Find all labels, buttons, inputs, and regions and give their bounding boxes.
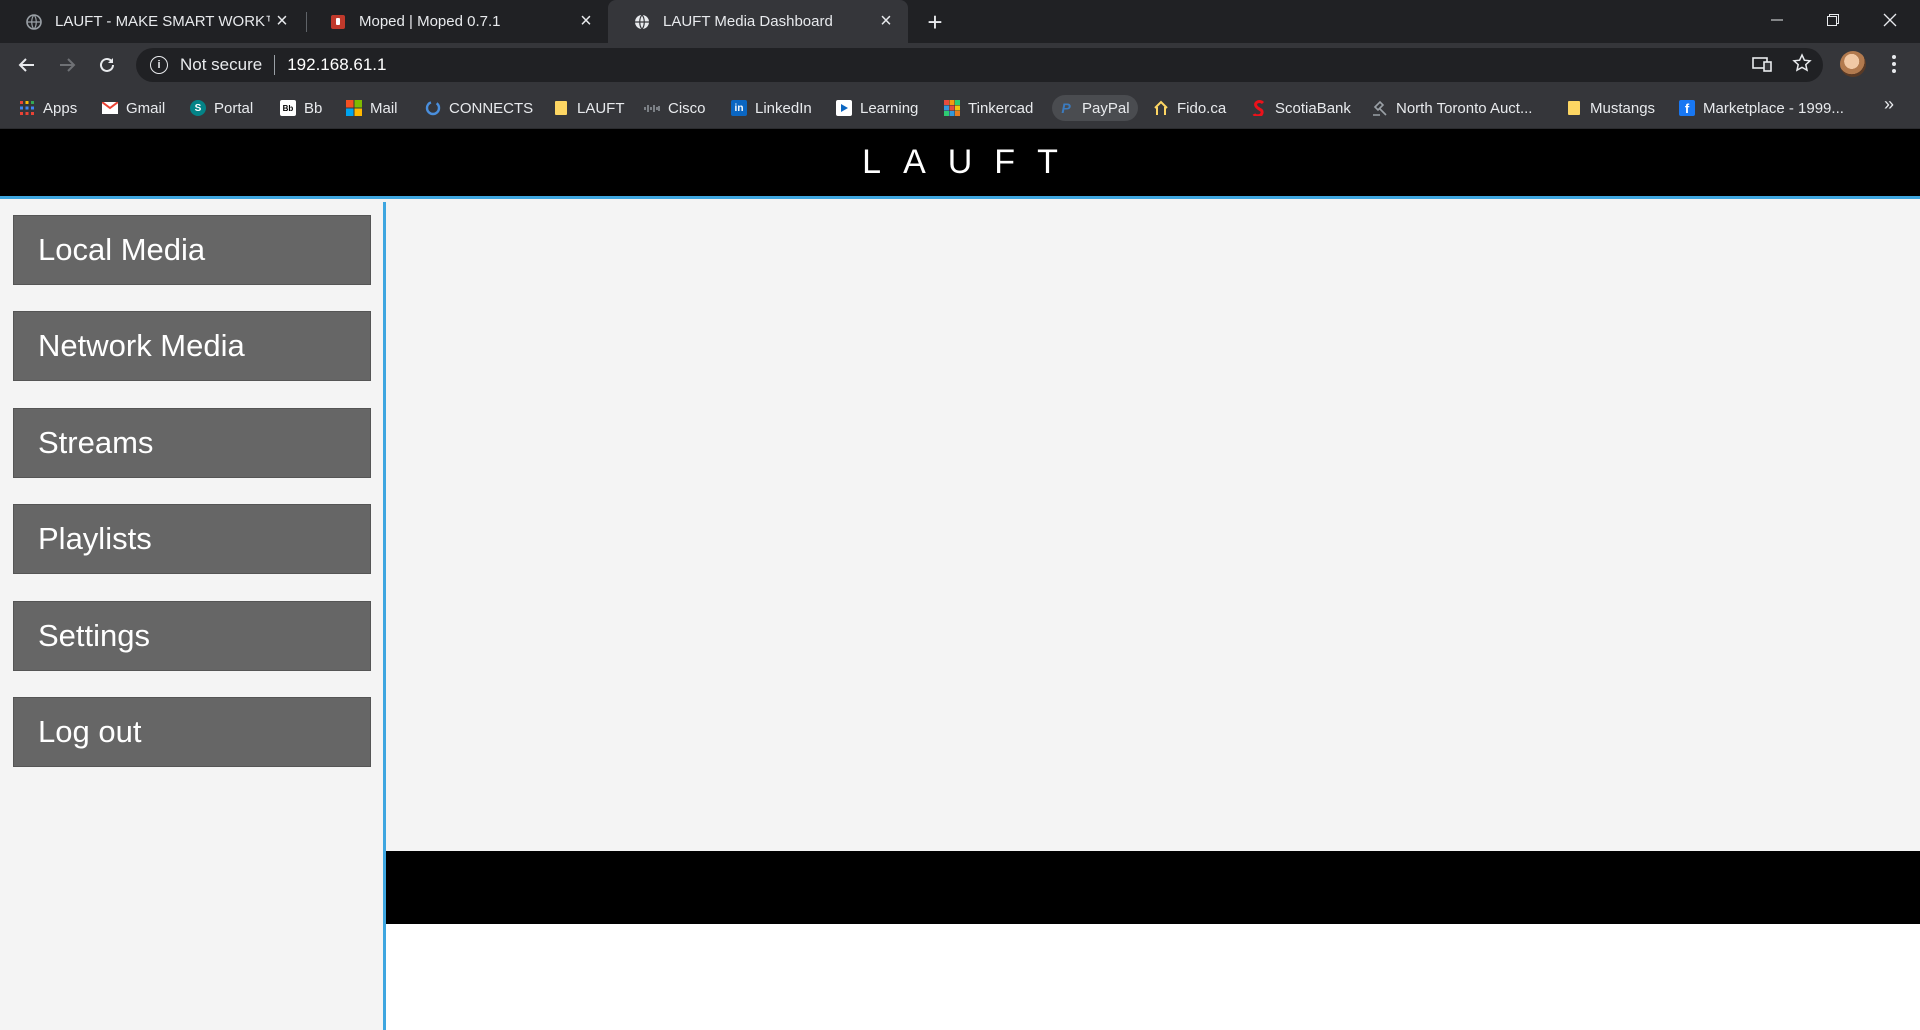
bookmark-cisco[interactable]: Cisco — [644, 95, 706, 121]
fido-icon — [1153, 100, 1169, 116]
sidebar-item-streams[interactable]: Streams — [13, 408, 371, 478]
sidebar-item-playlists[interactable]: Playlists — [13, 504, 371, 574]
facebook-icon: f — [1679, 100, 1695, 116]
info-icon[interactable]: i — [150, 56, 168, 74]
back-button[interactable] — [11, 49, 43, 81]
bookmark-label: LAUFT — [577, 99, 625, 117]
tab-lauft-make-smart-work[interactable]: LAUFT - MAKE SMART WORK™ × — [0, 0, 304, 43]
more-bookmarks-icon[interactable]: » — [1884, 94, 1894, 115]
folder-icon — [553, 100, 569, 116]
browser-toolbar: i Not secure 192.168.61.1 — [0, 43, 1920, 86]
microsoft-icon — [346, 100, 362, 116]
connects-icon — [425, 100, 441, 116]
profile-avatar[interactable] — [1840, 51, 1866, 77]
bookmark-label: PayPal — [1082, 99, 1130, 117]
bookmark-connects[interactable]: CONNECTS — [425, 95, 533, 121]
bookmarks-bar: Apps Gmail S Portal Bb Bb Mail CONNECTS … — [0, 86, 1920, 129]
bookmark-linkedin[interactable]: in LinkedIn — [731, 95, 812, 121]
back-arrow-icon — [18, 58, 34, 72]
address-divider — [274, 55, 276, 75]
url-text[interactable]: 192.168.61.1 — [287, 55, 386, 75]
bookmark-label: ScotiaBank — [1275, 99, 1351, 117]
tab-title: LAUFT - MAKE SMART WORK™ — [55, 13, 270, 30]
reload-button[interactable] — [91, 49, 123, 81]
gmail-icon — [102, 100, 118, 116]
bookmark-label: Tinkercad — [968, 99, 1034, 117]
close-tab-icon[interactable]: × — [270, 10, 294, 34]
forward-arrow-icon — [60, 58, 76, 72]
lauft-logo: LAUFT — [840, 143, 1080, 182]
sidebar-item-log-out[interactable]: Log out — [13, 697, 371, 767]
bookmark-apps[interactable]: Apps — [19, 95, 77, 121]
globe-icon — [633, 13, 651, 31]
reload-icon — [100, 57, 114, 72]
linkedin-icon: in — [731, 100, 747, 116]
close-tab-icon[interactable]: × — [574, 10, 598, 34]
bookmark-lauft[interactable]: LAUFT — [553, 95, 625, 121]
bookmark-label: North Toronto Auct... — [1396, 99, 1533, 117]
address-bar[interactable]: i Not secure 192.168.61.1 — [136, 48, 1823, 82]
main-content-area — [386, 202, 1920, 851]
restore-window-button[interactable] — [1805, 0, 1861, 40]
bookmark-fido[interactable]: Fido.ca — [1153, 95, 1226, 121]
bookmark-north-toronto-auction[interactable]: North Toronto Auct... — [1372, 95, 1532, 121]
bookmark-label: Learning — [860, 99, 919, 117]
sidebar-item-network-media[interactable]: Network Media — [13, 311, 371, 381]
bookmark-label: Mail — [370, 99, 398, 117]
tab-title: LAUFT Media Dashboard — [663, 13, 833, 30]
bookmark-label: Apps — [43, 99, 78, 117]
bookmark-label: Mustangs — [1590, 99, 1656, 117]
globe-icon — [25, 13, 43, 31]
learning-icon — [836, 100, 852, 116]
bookmark-label: Fido.ca — [1177, 99, 1227, 117]
security-status[interactable]: Not secure — [180, 55, 262, 75]
bookmark-label: LinkedIn — [755, 99, 812, 117]
bookmark-label: Cisco — [668, 99, 706, 117]
bookmark-mail[interactable]: Mail — [346, 95, 398, 121]
logo-text: LAUFT — [862, 143, 1080, 181]
bookmark-label: Portal — [214, 99, 254, 117]
content-footer-bar — [386, 851, 1920, 924]
close-tab-icon[interactable]: × — [874, 10, 898, 34]
sidebar-nav: Local Media Network Media Streams Playli… — [0, 202, 386, 1030]
bookmark-scotiabank[interactable]: ScotiaBank — [1251, 95, 1351, 121]
forward-button[interactable] — [51, 49, 83, 81]
scotiabank-icon — [1251, 100, 1267, 116]
folder-icon — [1566, 100, 1582, 116]
moped-icon — [329, 13, 347, 31]
auction-icon — [1372, 100, 1388, 116]
bookmark-paypal[interactable]: P PayPal — [1052, 95, 1138, 121]
cisco-icon — [644, 100, 660, 116]
bookmark-label: CONNECTS — [449, 99, 534, 117]
cast-icon[interactable] — [1752, 56, 1772, 77]
bookmark-star-icon[interactable] — [1792, 53, 1812, 78]
bookmark-tinkercad[interactable]: Tinkercad — [944, 95, 1033, 121]
content-lower-area — [386, 924, 1920, 1030]
bookmark-label: Gmail — [126, 99, 166, 117]
blackboard-icon: Bb — [280, 100, 296, 116]
minimize-window-button[interactable] — [1749, 0, 1805, 40]
new-tab-button[interactable]: + — [921, 7, 949, 37]
tinkercad-icon — [944, 100, 960, 116]
browser-tab-strip: LAUFT - MAKE SMART WORK™ × Moped | Moped… — [0, 0, 1920, 43]
bookmark-gmail[interactable]: Gmail — [102, 95, 165, 121]
bookmark-learning[interactable]: Learning — [836, 95, 918, 121]
close-window-button[interactable] — [1862, 0, 1918, 40]
tab-title: Moped | Moped 0.7.1 — [359, 13, 501, 30]
paypal-icon: P — [1061, 100, 1071, 116]
chrome-menu-icon[interactable] — [1884, 50, 1904, 78]
tab-lauft-media-dashboard[interactable]: LAUFT Media Dashboard × — [608, 0, 908, 43]
tab-moped[interactable]: Moped | Moped 0.7.1 × — [304, 0, 608, 43]
bookmark-label: Bb — [304, 99, 323, 117]
sharepoint-icon: S — [190, 100, 206, 116]
bookmark-bb[interactable]: Bb Bb — [280, 95, 322, 121]
bookmark-portal[interactable]: S Portal — [190, 95, 253, 121]
sidebar-item-local-media[interactable]: Local Media — [13, 215, 371, 285]
apps-grid-icon — [19, 100, 35, 116]
bookmark-mustangs[interactable]: Mustangs — [1566, 95, 1655, 121]
site-header: LAUFT — [0, 129, 1920, 199]
bookmark-marketplace[interactable]: f Marketplace - 1999... — [1679, 95, 1844, 121]
bookmark-label: Marketplace - 1999... — [1703, 99, 1844, 117]
sidebar-item-settings[interactable]: Settings — [13, 601, 371, 671]
